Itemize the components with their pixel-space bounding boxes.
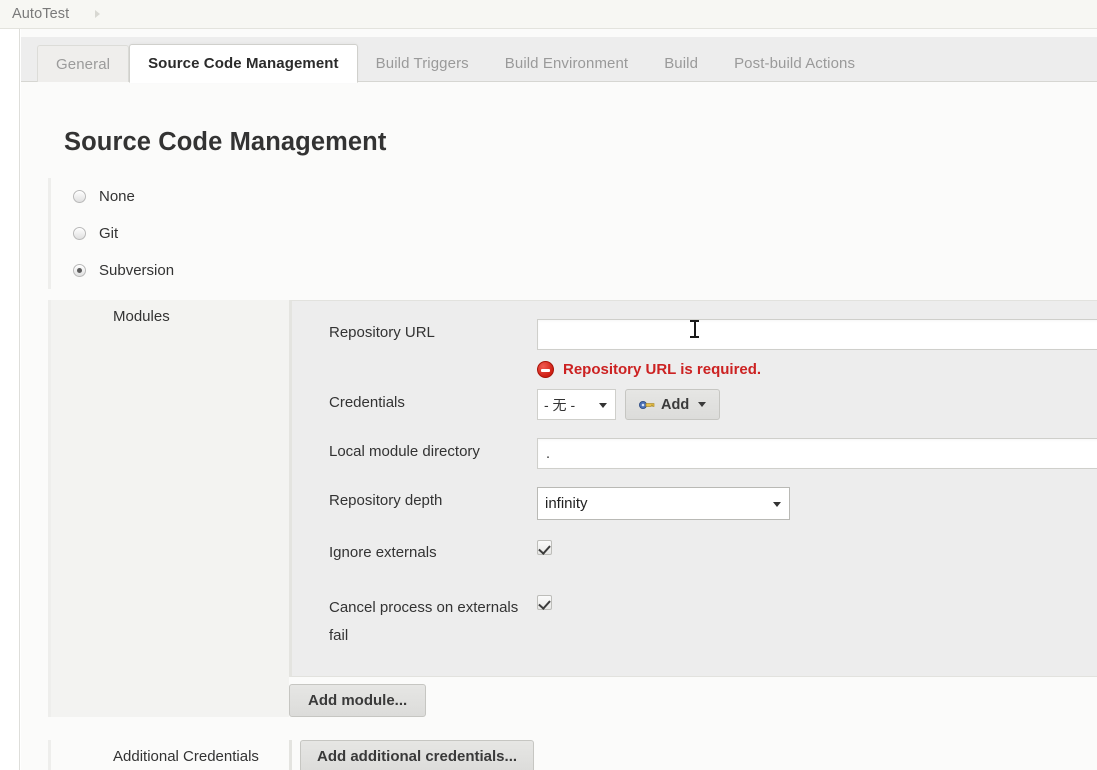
add-module-row: Add module... <box>289 684 1097 717</box>
ignore-externals-label: Ignore externals <box>329 544 437 561</box>
repository-depth-select-wrapper[interactable]: infinity <box>537 487 790 520</box>
local-module-directory-input[interactable] <box>537 438 1097 469</box>
left-gutter <box>0 29 20 770</box>
main-panel: General Source Code Management Build Tri… <box>21 29 1097 770</box>
repository-url-input[interactable] <box>537 319 1097 350</box>
page-title: Source Code Management <box>64 128 387 156</box>
tab-general[interactable]: General <box>37 45 130 82</box>
additional-credentials-row: Additional Credentials Add additional cr… <box>48 740 1097 770</box>
add-credentials-label: Add <box>661 396 690 413</box>
content-area: Source Code Management None Git Subversi… <box>21 82 1097 770</box>
field-ignore-externals: Ignore externals <box>292 539 1097 567</box>
repository-depth-select[interactable]: infinity <box>537 487 790 520</box>
chevron-right-icon[interactable] <box>95 10 101 18</box>
add-additional-credentials-button[interactable]: Add additional credentials... <box>300 740 535 770</box>
credentials-select[interactable]: - 无 - <box>537 389 616 420</box>
cancel-process-label: Cancel process on externals fail <box>329 599 519 644</box>
field-repository-depth: Repository depth infinity <box>292 487 1097 520</box>
radio-subversion[interactable] <box>73 264 86 277</box>
cancel-process-checkbox[interactable] <box>537 595 552 611</box>
credentials-label: Credentials <box>329 394 405 411</box>
additional-credentials-label: Additional Credentials <box>48 740 289 770</box>
error-no-entry-icon <box>537 361 554 378</box>
repository-url-label: Repository URL <box>329 324 435 341</box>
tab-source-code-management[interactable]: Source Code Management <box>129 44 358 83</box>
breadcrumb: AutoTest <box>0 0 1097 29</box>
repository-url-error: Repository URL is required. <box>537 361 1097 378</box>
scm-option-none[interactable]: None <box>73 178 1097 215</box>
tab-post-build-actions[interactable]: Post-build Actions <box>716 44 873 82</box>
breadcrumb-project-link[interactable]: AutoTest <box>12 6 69 22</box>
key-icon <box>639 399 655 411</box>
scm-option-none-label: None <box>99 188 135 205</box>
jenkins-job-config-page: AutoTest General Source Code Management … <box>0 0 1097 770</box>
caret-down-icon <box>698 402 707 407</box>
modules-section-label: Modules <box>48 300 289 717</box>
modules-block: Modules Repository URL Repository URL is… <box>48 300 1097 770</box>
repository-url-error-text: Repository URL is required. <box>563 361 762 378</box>
module-panel: Repository URL Repository URL is require… <box>289 300 1097 677</box>
scm-option-subversion[interactable]: Subversion <box>73 252 1097 289</box>
local-module-directory-label: Local module directory <box>329 443 480 460</box>
field-local-module-directory: Local module directory <box>292 438 1097 469</box>
radio-git[interactable] <box>73 227 86 240</box>
ignore-externals-checkbox[interactable] <box>537 540 552 556</box>
field-credentials: Credentials - 无 - Add <box>292 389 1097 420</box>
field-repository-url: Repository URL Repository URL is require… <box>292 319 1097 389</box>
add-module-button[interactable]: Add module... <box>289 684 427 717</box>
modules-body: Repository URL Repository URL is require… <box>289 300 1097 717</box>
tab-build-triggers[interactable]: Build Triggers <box>358 44 487 82</box>
scm-radio-group: None Git Subversion <box>48 178 1097 289</box>
field-cancel-process-on-externals-fail: Cancel process on externals fail <box>292 594 1097 650</box>
credentials-select-wrapper[interactable]: - 无 - <box>537 389 616 420</box>
tab-build[interactable]: Build <box>646 44 716 82</box>
repository-depth-label: Repository depth <box>329 492 443 509</box>
config-tab-strip: General Source Code Management Build Tri… <box>21 37 1097 83</box>
scm-option-git[interactable]: Git <box>73 215 1097 252</box>
tab-build-environment[interactable]: Build Environment <box>487 44 646 82</box>
modules-row: Modules Repository URL Repository URL is… <box>48 300 1097 717</box>
scm-option-subversion-label: Subversion <box>99 262 175 279</box>
radio-none[interactable] <box>73 190 86 203</box>
scm-option-git-label: Git <box>99 225 119 242</box>
add-credentials-button[interactable]: Add <box>625 389 721 420</box>
